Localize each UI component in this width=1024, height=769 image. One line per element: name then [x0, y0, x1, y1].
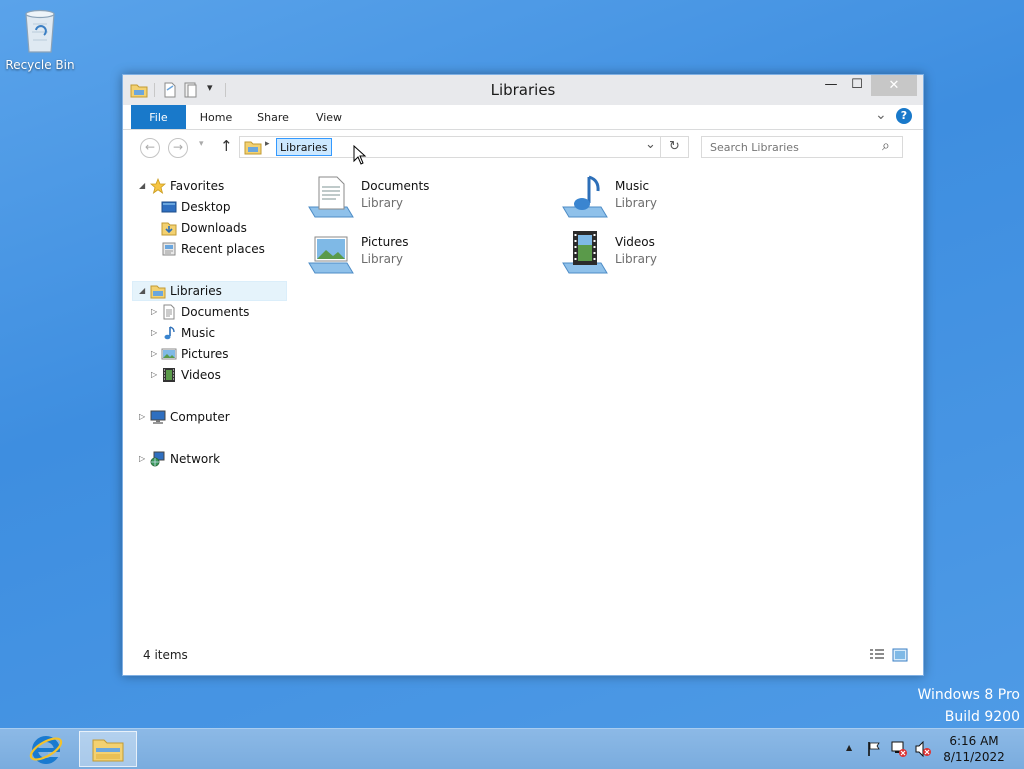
- tile-type: Library: [615, 252, 657, 266]
- maximize-button[interactable]: ☐: [842, 75, 872, 97]
- libraries-folder-icon: [244, 141, 262, 155]
- library-tile-documents[interactable]: Documents Library: [307, 173, 527, 223]
- tile-name: Videos: [615, 235, 655, 249]
- up-button[interactable]: ↑: [220, 137, 233, 155]
- network-icon: [150, 451, 165, 467]
- title-bar[interactable]: Libraries ▾ — ☐ ✕: [123, 75, 923, 105]
- computer-expand-arrow[interactable]: ▷: [139, 412, 145, 421]
- pictures-library-icon: [308, 236, 354, 274]
- internet-explorer-icon[interactable]: [28, 731, 64, 767]
- recycle-bin-icon: [25, 9, 55, 53]
- expand-ribbon-chevron-icon[interactable]: ⌄: [875, 107, 887, 123]
- tab-file[interactable]: File: [131, 105, 186, 129]
- film-strip-icon: [163, 368, 175, 382]
- system-clock[interactable]: 6:16 AM 8/11/2022: [940, 733, 1008, 765]
- tab-home[interactable]: Home: [193, 105, 239, 129]
- music-note-icon: [164, 326, 175, 340]
- tile-name: Documents: [361, 179, 430, 193]
- library-tile-pictures[interactable]: Pictures Library: [307, 229, 527, 279]
- navigation-pane: ◢ Favorites Desktop Downloads Recent pla…: [123, 167, 291, 637]
- desktop-icon: [161, 201, 177, 213]
- search-box[interactable]: ⌕: [701, 136, 903, 158]
- address-bar[interactable]: ▸ Libraries ⌄: [239, 136, 661, 158]
- volume-muted-icon[interactable]: [914, 741, 932, 757]
- forward-button[interactable]: →: [168, 138, 188, 158]
- picture-icon: [161, 348, 177, 360]
- status-item-count: 4 items: [143, 648, 188, 662]
- show-hidden-icons-button[interactable]: ▲: [846, 743, 852, 752]
- recycle-bin-label: Recycle Bin: [5, 58, 75, 72]
- pictures-expand-arrow[interactable]: ▷: [151, 349, 157, 358]
- navigation-bar: ← → ▾ ↑ ▸ Libraries ⌄ ↻ ⌕: [123, 130, 923, 166]
- network-disconnected-icon[interactable]: [890, 741, 908, 757]
- address-dropdown-chevron-icon[interactable]: ⌄: [645, 137, 656, 152]
- watermark-build: Build 9200: [944, 709, 1020, 725]
- help-button[interactable]: ?: [896, 108, 912, 124]
- windows-watermark: Windows 8 Pro Build 9200: [880, 684, 1020, 728]
- breadcrumb-separator[interactable]: ▸: [265, 139, 270, 149]
- search-input[interactable]: [702, 137, 888, 157]
- tile-type: Library: [615, 196, 657, 210]
- tab-share[interactable]: Share: [249, 105, 297, 129]
- new-folder-icon[interactable]: [183, 82, 199, 98]
- documents-expand-arrow[interactable]: ▷: [151, 307, 157, 316]
- explorer-window: Libraries ▾ — ☐ ✕ File Home Share View ⌄…: [122, 74, 924, 676]
- network-expand-arrow[interactable]: ▷: [139, 454, 145, 463]
- downloads-icon: [161, 222, 177, 236]
- file-explorer-icon: [92, 739, 124, 762]
- star-icon: [150, 178, 166, 194]
- tab-view[interactable]: View: [307, 105, 351, 129]
- favorites-expand-arrow[interactable]: ◢: [139, 181, 145, 190]
- taskbar-file-explorer-button[interactable]: [79, 731, 137, 767]
- library-tile-videos[interactable]: Videos Library: [561, 229, 781, 279]
- videos-expand-arrow[interactable]: ▷: [151, 370, 157, 379]
- tile-type: Library: [361, 252, 403, 266]
- clock-time: 6:16 AM: [949, 734, 999, 748]
- music-expand-arrow[interactable]: ▷: [151, 328, 157, 337]
- recent-locations-dropdown[interactable]: ▾: [199, 139, 204, 149]
- breadcrumb-libraries[interactable]: Libraries: [276, 138, 332, 156]
- large-icons-view-icon[interactable]: [892, 648, 908, 662]
- details-view-icon[interactable]: [869, 648, 885, 662]
- refresh-button[interactable]: ↻: [661, 136, 689, 158]
- document-icon: [163, 304, 175, 320]
- tile-type: Library: [361, 196, 403, 210]
- qat-customize-dropdown[interactable]: ▾: [207, 81, 213, 94]
- documents-library-icon: [308, 176, 354, 218]
- taskbar: ▲ 6:16 AM 8/11/2022: [0, 728, 1024, 769]
- qat-divider: [225, 83, 226, 97]
- close-button[interactable]: ✕: [871, 75, 917, 96]
- recycle-bin-desktop-icon[interactable]: Recycle Bin: [4, 6, 76, 72]
- tile-name: Music: [615, 179, 650, 193]
- libraries-expand-arrow[interactable]: ◢: [139, 286, 145, 295]
- library-tile-music[interactable]: Music Library: [561, 173, 781, 223]
- videos-library-icon: [562, 231, 608, 274]
- qat-divider: [154, 83, 155, 97]
- window-title: Libraries: [490, 81, 556, 99]
- watermark-edition: Windows 8 Pro: [917, 687, 1020, 703]
- mouse-cursor-icon: [353, 145, 367, 165]
- clock-date: 8/11/2022: [943, 750, 1005, 764]
- content-area: Documents Library Music Library Pictures: [293, 145, 913, 637]
- action-center-flag-icon[interactable]: [866, 741, 882, 757]
- computer-icon: [150, 410, 166, 424]
- music-library-icon: [562, 175, 608, 218]
- folder-icon[interactable]: [130, 82, 148, 98]
- back-button[interactable]: ←: [140, 138, 160, 158]
- ribbon-tabs: File Home Share View ⌄ ?: [123, 105, 923, 130]
- recent-places-icon: [162, 242, 176, 256]
- tile-name: Pictures: [361, 235, 409, 249]
- libraries-icon: [150, 285, 166, 299]
- search-icon[interactable]: ⌕: [882, 138, 890, 154]
- properties-icon[interactable]: [163, 82, 177, 98]
